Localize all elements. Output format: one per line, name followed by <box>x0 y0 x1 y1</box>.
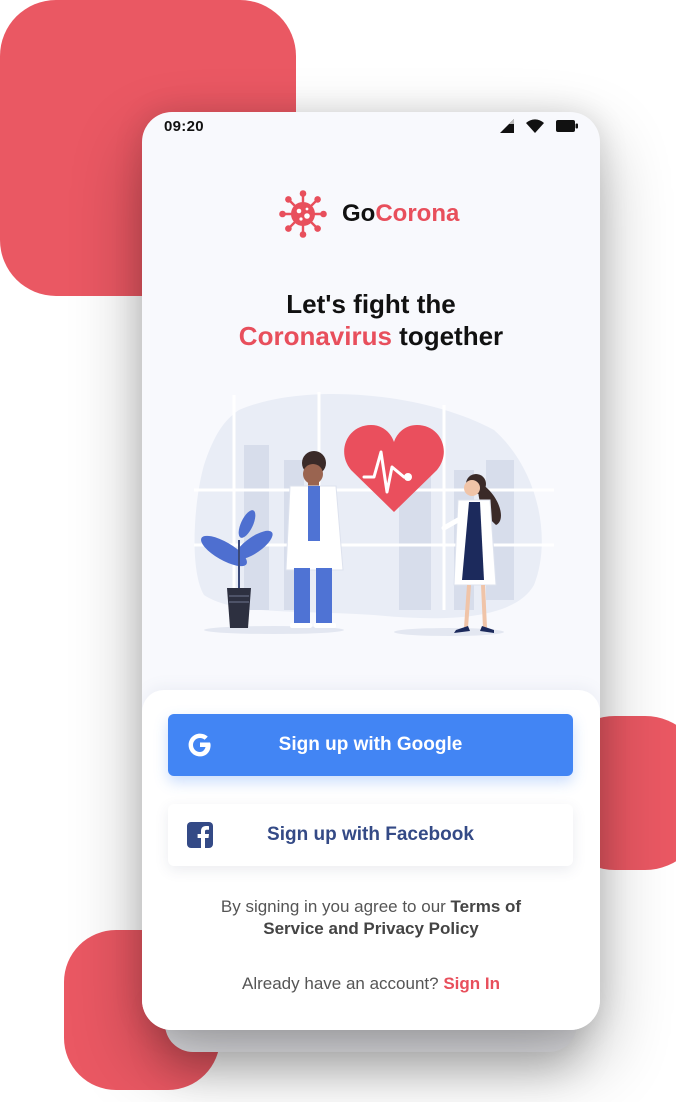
app-logo: GoCorona <box>278 189 459 239</box>
facebook-signup-button[interactable]: Sign up with Facebook <box>168 804 573 866</box>
headline: Let's fight the Coronavirus together <box>142 288 600 352</box>
virus-icon <box>279 190 327 238</box>
app-name-part1: Go <box>342 200 376 227</box>
headline-line2: Coronavirus together <box>142 320 600 352</box>
headline-highlight: Coronavirus <box>238 321 392 351</box>
status-bar: 09:20 <box>142 112 600 142</box>
google-button-label: Sign up with Google <box>278 734 463 755</box>
phone-screen: 09:20 GoCorona Let's fight the Coronavir… <box>142 112 600 1030</box>
privacy-policy-link[interactable]: Service and Privacy Policy <box>263 919 478 938</box>
signin-row: Already have an account? Sign In <box>142 974 600 994</box>
facebook-icon <box>187 822 213 848</box>
headline-line2-rest: together <box>391 321 504 351</box>
signal-icon <box>500 119 514 133</box>
app-name: GoCorona <box>342 200 459 228</box>
app-name-part2: Corona <box>375 200 460 227</box>
terms-prefix: By signing in you agree to our <box>220 897 451 916</box>
status-time: 09:20 <box>164 118 204 135</box>
google-signup-button[interactable]: Sign up with Google <box>168 714 573 776</box>
wifi-icon <box>526 119 544 133</box>
sign-in-link[interactable]: Sign In <box>443 974 500 993</box>
doctors-illustration <box>194 392 554 636</box>
terms-text: By signing in you agree to our Terms of … <box>142 896 600 940</box>
facebook-button-label: Sign up with Facebook <box>267 824 474 845</box>
signin-prompt: Already have an account? <box>242 974 444 993</box>
terms-link[interactable]: Terms of <box>451 897 522 916</box>
google-icon <box>188 733 211 757</box>
headline-line1: Let's fight the <box>286 289 456 319</box>
battery-icon <box>556 120 578 132</box>
status-icons <box>500 119 578 133</box>
